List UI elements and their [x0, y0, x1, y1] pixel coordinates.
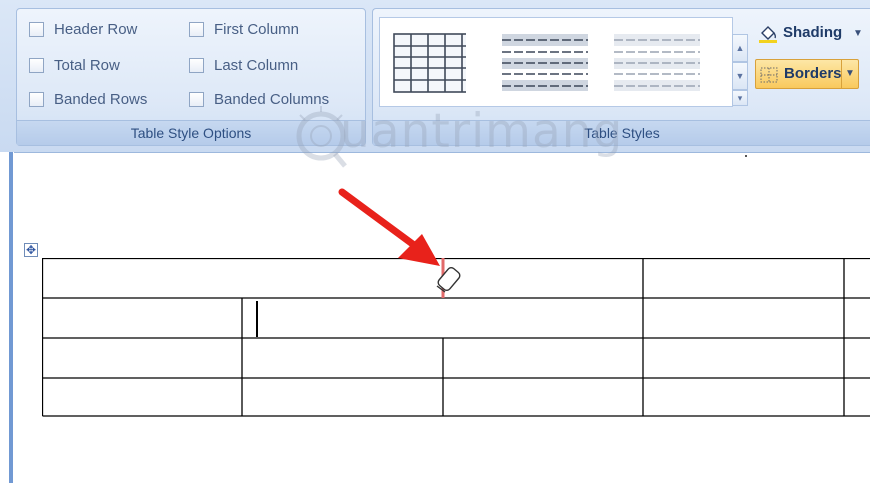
- shading-label: Shading: [783, 24, 843, 41]
- table-style-light-bands-thumb[interactable]: [612, 30, 700, 96]
- table-style-options-group: Header Row Total Row Banded Rows First C…: [16, 8, 366, 146]
- banded-columns-label: Banded Columns: [214, 91, 330, 108]
- borders-button[interactable]: Borders ▼: [755, 59, 859, 89]
- table-style-options-caption: Table Style Options: [17, 120, 365, 145]
- document-left-edge: [0, 152, 14, 483]
- last-column-checkbox[interactable]: [189, 58, 204, 73]
- paint-bucket-icon: [758, 24, 778, 44]
- total-row-checkbox[interactable]: [29, 58, 44, 73]
- gallery-scroll-up-button[interactable]: ▲: [732, 34, 748, 62]
- table-styles-gallery: ▲ ▼ ▾: [379, 17, 748, 107]
- borders-icon: [759, 65, 779, 85]
- banded-columns-checkbox[interactable]: [189, 92, 204, 107]
- ruler-marker: [745, 155, 747, 157]
- table-style-grid-thumb[interactable]: [390, 30, 466, 96]
- header-row-label: Header Row: [54, 21, 138, 38]
- table-move-handle-icon[interactable]: ✥: [24, 243, 38, 257]
- first-column-label: First Column: [214, 21, 300, 38]
- first-column-checkbox[interactable]: [189, 22, 204, 37]
- text-cursor: [256, 301, 258, 337]
- total-row-label: Total Row: [54, 57, 120, 74]
- last-column-label: Last Column: [214, 57, 299, 74]
- annotation-arrow-icon: [338, 188, 440, 266]
- gallery-more-button[interactable]: ▾: [732, 90, 748, 106]
- header-row-checkbox[interactable]: [29, 22, 44, 37]
- banded-rows-checkbox[interactable]: [29, 92, 44, 107]
- shading-dropdown-icon[interactable]: ▼: [853, 28, 863, 39]
- borders-dropdown-button[interactable]: ▼: [841, 60, 858, 88]
- borders-dropdown-icon: ▼: [845, 68, 855, 79]
- table-style-dark-bands-thumb[interactable]: [500, 30, 588, 96]
- borders-label: Borders: [784, 65, 842, 82]
- banded-rows-label: Banded Rows: [54, 91, 148, 108]
- eraser-cursor-icon: [436, 267, 461, 293]
- watermark-text: uantrimang: [340, 104, 624, 159]
- gallery-scroll-down-button[interactable]: ▼: [732, 62, 748, 90]
